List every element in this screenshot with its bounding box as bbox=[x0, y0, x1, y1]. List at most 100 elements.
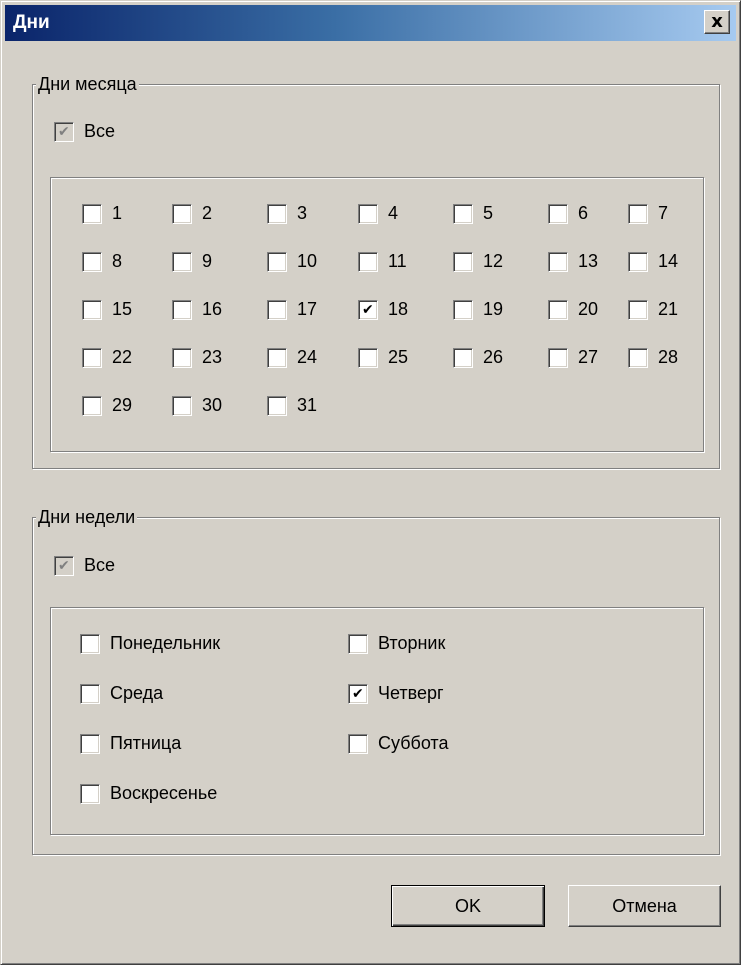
month-day-box[interactable] bbox=[548, 347, 568, 368]
month-day-box[interactable] bbox=[358, 347, 378, 368]
month-day-box[interactable] bbox=[628, 347, 648, 368]
month-day-checkbox[interactable]: ✔ 18 bbox=[358, 299, 408, 320]
month-all-label: Все bbox=[84, 121, 116, 141]
month-day-box[interactable] bbox=[628, 299, 648, 320]
month-day-checkbox[interactable]: 23 bbox=[172, 347, 222, 368]
week-day-checkbox[interactable]: Вторник bbox=[348, 633, 445, 654]
month-day-checkbox[interactable]: 10 bbox=[267, 251, 317, 272]
month-day-label: 11 bbox=[388, 251, 407, 271]
month-day-checkbox[interactable]: 7 bbox=[628, 203, 668, 224]
week-all-checkbox[interactable]: ✔ Все bbox=[54, 555, 115, 576]
month-day-box[interactable] bbox=[172, 299, 192, 320]
month-day-label: 25 bbox=[388, 347, 409, 367]
month-day-checkbox[interactable]: 4 bbox=[358, 203, 398, 224]
month-day-box[interactable] bbox=[172, 203, 192, 224]
month-day-box[interactable] bbox=[82, 347, 102, 368]
month-day-checkbox[interactable]: 25 bbox=[358, 347, 408, 368]
month-day-checkbox[interactable]: 1 bbox=[82, 203, 122, 224]
week-day-box[interactable] bbox=[80, 683, 100, 704]
month-day-box[interactable] bbox=[267, 203, 287, 224]
month-day-checkbox[interactable]: 20 bbox=[548, 299, 598, 320]
month-day-box[interactable] bbox=[82, 395, 102, 416]
month-day-checkbox[interactable]: 13 bbox=[548, 251, 598, 272]
month-day-box[interactable] bbox=[453, 299, 473, 320]
week-day-label: Среда bbox=[110, 683, 164, 703]
month-day-box[interactable] bbox=[267, 251, 287, 272]
week-day-box[interactable] bbox=[80, 733, 100, 754]
close-button[interactable]: x bbox=[704, 10, 730, 34]
week-day-box[interactable]: ✔ bbox=[348, 683, 368, 704]
month-day-box[interactable] bbox=[172, 347, 192, 368]
month-day-checkbox[interactable]: 3 bbox=[267, 203, 307, 224]
week-day-box[interactable] bbox=[80, 633, 100, 654]
month-day-box[interactable] bbox=[358, 203, 378, 224]
month-day-box[interactable] bbox=[172, 395, 192, 416]
week-day-label: Суббота bbox=[378, 733, 449, 753]
month-day-box[interactable] bbox=[267, 347, 287, 368]
month-day-box[interactable]: ✔ bbox=[358, 299, 378, 320]
month-day-checkbox[interactable]: 17 bbox=[267, 299, 317, 320]
month-day-checkbox[interactable]: 21 bbox=[628, 299, 678, 320]
week-all-box[interactable]: ✔ bbox=[54, 555, 74, 576]
week-day-box[interactable] bbox=[80, 783, 100, 804]
month-day-box[interactable] bbox=[267, 299, 287, 320]
month-day-checkbox[interactable]: 29 bbox=[82, 395, 132, 416]
month-day-checkbox[interactable]: 28 bbox=[628, 347, 678, 368]
month-day-label: 22 bbox=[112, 347, 133, 367]
month-day-box[interactable] bbox=[628, 251, 648, 272]
week-day-box[interactable] bbox=[348, 733, 368, 754]
week-days-group-label: Дни недели bbox=[36, 505, 138, 529]
month-day-checkbox[interactable]: 12 bbox=[453, 251, 503, 272]
check-icon: ✔ bbox=[362, 301, 374, 318]
month-day-checkbox[interactable]: 24 bbox=[267, 347, 317, 368]
month-day-box[interactable] bbox=[267, 395, 287, 416]
month-day-box[interactable] bbox=[82, 251, 102, 272]
month-all-checkbox[interactable]: ✔ Все bbox=[54, 121, 115, 142]
cancel-button[interactable]: Отмена bbox=[568, 885, 721, 927]
month-all-box[interactable]: ✔ bbox=[54, 121, 74, 142]
month-day-box[interactable] bbox=[358, 251, 378, 272]
month-day-label: 15 bbox=[112, 299, 133, 319]
month-day-checkbox[interactable]: 22 bbox=[82, 347, 132, 368]
month-day-checkbox[interactable]: 5 bbox=[453, 203, 493, 224]
week-day-box[interactable] bbox=[348, 633, 368, 654]
month-day-checkbox[interactable]: 14 bbox=[628, 251, 678, 272]
month-day-checkbox[interactable]: 2 bbox=[172, 203, 212, 224]
month-day-label: 16 bbox=[202, 299, 223, 319]
month-day-checkbox[interactable]: 8 bbox=[82, 251, 122, 272]
week-day-label: Четверг bbox=[378, 683, 444, 703]
month-day-label: 30 bbox=[202, 395, 223, 415]
title-bar[interactable]: Дни x bbox=[5, 5, 736, 41]
month-day-box[interactable] bbox=[82, 203, 102, 224]
month-day-checkbox[interactable]: 11 bbox=[358, 251, 407, 272]
month-day-box[interactable] bbox=[453, 251, 473, 272]
week-day-checkbox[interactable]: Воскресенье bbox=[80, 783, 217, 804]
week-day-checkbox[interactable]: Понедельник bbox=[80, 633, 220, 654]
month-day-box[interactable] bbox=[548, 203, 568, 224]
month-day-box[interactable] bbox=[548, 251, 568, 272]
month-day-checkbox[interactable]: 30 bbox=[172, 395, 222, 416]
month-day-checkbox[interactable]: 27 bbox=[548, 347, 598, 368]
week-day-checkbox[interactable]: Пятница bbox=[80, 733, 181, 754]
month-day-checkbox[interactable]: 6 bbox=[548, 203, 588, 224]
month-day-checkbox[interactable]: 31 bbox=[267, 395, 317, 416]
month-day-checkbox[interactable]: 26 bbox=[453, 347, 503, 368]
week-day-checkbox[interactable]: ✔ Четверг bbox=[348, 683, 444, 704]
week-day-checkbox[interactable]: Суббота bbox=[348, 733, 449, 754]
month-day-box[interactable] bbox=[82, 299, 102, 320]
month-day-checkbox[interactable]: 19 bbox=[453, 299, 503, 320]
month-day-box[interactable] bbox=[548, 299, 568, 320]
month-day-checkbox[interactable]: 9 bbox=[172, 251, 212, 272]
month-day-label: 5 bbox=[483, 203, 494, 223]
month-day-box[interactable] bbox=[453, 203, 473, 224]
week-day-label: Воскресенье bbox=[110, 783, 218, 803]
month-day-box[interactable] bbox=[628, 203, 648, 224]
week-day-checkbox[interactable]: Среда bbox=[80, 683, 163, 704]
month-day-checkbox[interactable]: 16 bbox=[172, 299, 222, 320]
month-day-label: 6 bbox=[578, 203, 589, 223]
month-day-label: 29 bbox=[112, 395, 133, 415]
month-day-box[interactable] bbox=[172, 251, 192, 272]
month-day-checkbox[interactable]: 15 bbox=[82, 299, 132, 320]
month-day-box[interactable] bbox=[453, 347, 473, 368]
ok-button[interactable]: OK bbox=[391, 885, 545, 927]
